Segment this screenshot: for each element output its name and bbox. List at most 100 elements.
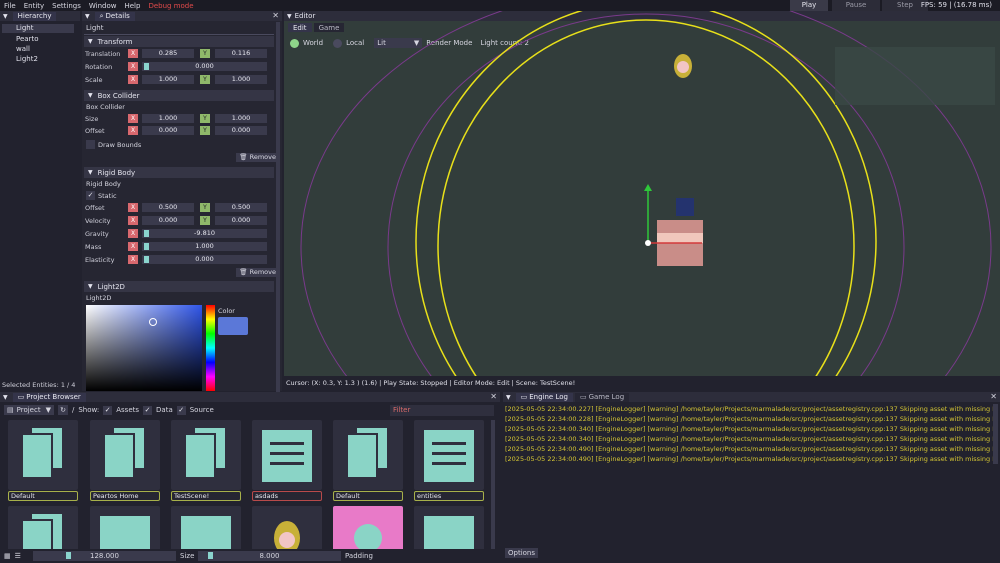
size-y-button[interactable]: Y: [200, 114, 210, 123]
elasticity-slider[interactable]: 0.000: [142, 255, 267, 264]
list-view-icon[interactable]: ☰: [15, 552, 21, 560]
mass-x-button[interactable]: X: [128, 242, 138, 251]
pause-button[interactable]: Pause: [832, 0, 880, 11]
collider-offset-y-button[interactable]: Y: [200, 126, 210, 135]
scale-x-button[interactable]: X: [128, 75, 138, 84]
asset-entities[interactable]: entities: [414, 420, 484, 501]
asset-row2-pink[interactable]: [333, 506, 403, 551]
tab-project-browser[interactable]: ▭ Project Browser: [12, 392, 86, 402]
color-picker-square[interactable]: [86, 305, 202, 391]
assets-checkbox[interactable]: ✓: [103, 405, 113, 415]
grid-view-icon[interactable]: ▦: [4, 552, 11, 560]
menu-entity[interactable]: Entity: [20, 2, 48, 10]
hue-slider[interactable]: [206, 305, 215, 391]
rotation-slider[interactable]: 0.000: [142, 62, 267, 71]
rb-offset-x-button[interactable]: X: [128, 203, 138, 212]
color-picker-cursor[interactable]: [149, 318, 157, 326]
size-x-button[interactable]: X: [128, 114, 138, 123]
asset-row2-1[interactable]: [8, 506, 78, 551]
remove-rigid-body-button[interactable]: 🗑 Remove: [236, 268, 279, 277]
hierarchy-item-pearto[interactable]: Pearto: [16, 35, 38, 43]
gravity-slider-knob[interactable]: [144, 230, 149, 237]
translation-x-button[interactable]: X: [128, 49, 138, 58]
collider-offset-y-field[interactable]: 0.000: [215, 126, 267, 135]
size-y-field[interactable]: 1.000: [215, 114, 267, 123]
source-checkbox[interactable]: ✓: [176, 405, 186, 415]
rb-offset-x-field[interactable]: 0.500: [142, 203, 194, 212]
hierarchy-item-light[interactable]: Light: [16, 24, 33, 32]
color-swatch[interactable]: [218, 317, 248, 335]
scene-viewport[interactable]: [284, 11, 1000, 391]
options-button[interactable]: Options: [505, 548, 539, 558]
zoom-slider[interactable]: 128.000: [33, 551, 176, 561]
filter-input[interactable]: Filter: [390, 405, 494, 416]
gravity-slider[interactable]: -9.810: [142, 229, 267, 238]
remove-box-collider-button[interactable]: 🗑 Remove: [236, 153, 279, 162]
mass-slider-knob[interactable]: [144, 243, 149, 250]
close-icon[interactable]: ✕: [990, 392, 997, 402]
velocity-x-button[interactable]: X: [128, 216, 138, 225]
translation-x-field[interactable]: 0.285: [142, 49, 194, 58]
menu-settings[interactable]: Settings: [48, 2, 85, 10]
rigid-body-section-header[interactable]: ▼ Rigid Body: [84, 167, 274, 178]
menu-help[interactable]: Help: [120, 2, 144, 10]
velocity-y-field[interactable]: 0.000: [215, 216, 267, 225]
light2d-section-header[interactable]: ▼ Light2D: [84, 281, 274, 292]
rotation-slider-knob[interactable]: [144, 63, 149, 70]
browser-scrollbar[interactable]: [491, 420, 495, 550]
elasticity-x-button[interactable]: X: [128, 255, 138, 264]
tab-details[interactable]: ⌕ Details: [94, 11, 135, 21]
asset-row2-pear[interactable]: [252, 506, 322, 551]
gravity-x-button[interactable]: X: [128, 229, 138, 238]
collider-offset-x-field[interactable]: 0.000: [142, 126, 194, 135]
hierarchy-item-wall[interactable]: wall: [16, 45, 30, 53]
asset-row2-2[interactable]: [90, 506, 160, 551]
log-scrollbar[interactable]: [993, 404, 998, 464]
play-button[interactable]: Play: [790, 0, 828, 11]
panel-menu-icon[interactable]: ▼: [3, 13, 8, 20]
asset-row2-3[interactable]: [171, 506, 241, 551]
scale-y-button[interactable]: Y: [200, 75, 210, 84]
asset-asdads[interactable]: asdads: [252, 420, 322, 501]
panel-menu-icon[interactable]: ▼: [85, 13, 90, 20]
size-x-field[interactable]: 1.000: [142, 114, 194, 123]
rb-offset-y-field[interactable]: 0.500: [215, 203, 267, 212]
collider-offset-x-button[interactable]: X: [128, 126, 138, 135]
tab-engine-log[interactable]: ▭ Engine Log: [515, 392, 573, 402]
draw-bounds-checkbox[interactable]: [86, 140, 95, 149]
refresh-icon[interactable]: ↻: [58, 405, 68, 415]
asset-peartos-home[interactable]: Peartos Home: [90, 420, 160, 501]
translation-y-field[interactable]: 0.116: [215, 49, 267, 58]
velocity-x-field[interactable]: 0.000: [142, 216, 194, 225]
mass-slider[interactable]: 1.000: [142, 242, 267, 251]
asset-testscene[interactable]: TestScene!: [171, 420, 241, 501]
menu-file[interactable]: File: [0, 2, 20, 10]
close-icon[interactable]: ✕: [490, 392, 497, 402]
asset-row2-6[interactable]: [414, 506, 484, 551]
project-dropdown[interactable]: ▤ Project ▼: [4, 405, 54, 415]
zoom-slider-knob[interactable]: [66, 552, 71, 559]
tab-game-log[interactable]: ▭ Game Log: [574, 392, 630, 402]
size-slider-knob[interactable]: [208, 552, 213, 559]
details-scrollbar[interactable]: [276, 22, 280, 392]
close-icon[interactable]: ✕: [272, 11, 279, 21]
elasticity-slider-knob[interactable]: [144, 256, 149, 263]
scale-x-field[interactable]: 1.000: [142, 75, 194, 84]
panel-menu-icon[interactable]: ▼: [3, 394, 8, 401]
transform-section-header[interactable]: ▼ Transform: [84, 36, 274, 47]
panel-menu-icon[interactable]: ▼: [506, 394, 511, 401]
velocity-y-button[interactable]: Y: [200, 216, 210, 225]
tab-hierarchy[interactable]: Hierarchy: [12, 11, 57, 21]
size-slider[interactable]: 8.000: [198, 551, 341, 561]
asset-default[interactable]: Default: [8, 420, 78, 501]
scale-y-field[interactable]: 1.000: [215, 75, 267, 84]
menu-window[interactable]: Window: [85, 2, 121, 10]
hierarchy-item-light2[interactable]: Light2: [16, 55, 38, 63]
rotation-x-button[interactable]: X: [128, 62, 138, 71]
box-collider-section-header[interactable]: ▼ Box Collider: [84, 90, 274, 101]
data-checkbox[interactable]: ✓: [143, 405, 153, 415]
static-checkbox[interactable]: ✓: [86, 191, 95, 200]
translation-y-button[interactable]: Y: [200, 49, 210, 58]
asset-default-2[interactable]: Default: [333, 420, 403, 501]
rb-offset-y-button[interactable]: Y: [200, 203, 210, 212]
